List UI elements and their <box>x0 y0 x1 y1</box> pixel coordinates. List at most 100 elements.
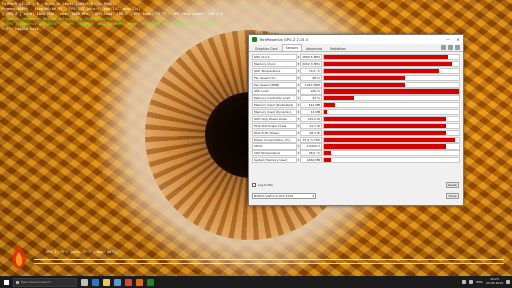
sensor-graph <box>323 88 460 95</box>
sensor-row: VDDC ▾ 1.0500 V <box>252 143 460 150</box>
sensor-name[interactable]: Memory Used (Dedicated) <box>252 102 297 109</box>
sensor-value: 48.0 °C <box>300 150 322 157</box>
sensor-graph-fill <box>324 123 446 128</box>
temperature-graph <box>34 256 504 264</box>
close-button[interactable]: Close <box>446 193 459 199</box>
sensor-row: GPU Clock ▾ 1860.5 MHz <box>252 54 460 61</box>
refresh-icon[interactable] <box>448 45 453 50</box>
sensor-graph <box>323 67 460 74</box>
sensor-graph-fill <box>324 158 331 163</box>
sensor-row: Fan Speed (%) ▾ 58 % <box>252 74 460 81</box>
gpuz-icon[interactable] <box>147 278 154 286</box>
sensor-name[interactable]: Fan Speed (%) <box>252 74 297 81</box>
sensor-graph <box>323 60 460 68</box>
sensor-graph <box>323 74 460 81</box>
sensor-value: 1912 RPM <box>300 81 322 88</box>
sensor-graph <box>323 122 460 129</box>
sensor-graph-fill <box>324 130 446 135</box>
sensor-name[interactable]: CPU Temperature <box>252 150 297 157</box>
sensor-list: GPU Clock ▾ 1860.5 MHz Memory Clock ▾ 2002.3 … <box>252 54 460 164</box>
sensor-name[interactable]: PCIe 8-Pin Power <box>252 129 297 136</box>
sensor-value: 541 MB <box>300 102 322 109</box>
furmark-icon[interactable] <box>136 278 143 286</box>
sensor-value: 79.0 °C <box>300 67 322 74</box>
sensor-graph-fill <box>324 151 331 156</box>
clock[interactable]: 12:23 03.05.2019 <box>486 278 503 285</box>
sensor-row: Memory Controller Load ▾ 22 % <box>252 95 460 102</box>
sensor-graph-fill <box>324 137 455 142</box>
sensor-name[interactable]: PCIe Slot Power Draw <box>252 122 297 129</box>
tab-graphics-card[interactable]: Graphics Card <box>251 45 282 51</box>
sensor-graph <box>323 129 460 136</box>
sensor-value: 22 % <box>300 95 322 102</box>
sensor-value: 98.3 W <box>300 129 322 136</box>
volume-icon[interactable] <box>469 280 474 284</box>
task-view-icon[interactable] <box>81 278 88 286</box>
sensor-row: Fan Speed (RPM) ▾ 1912 RPM <box>252 81 460 88</box>
sensor-graph <box>323 102 460 109</box>
start-button[interactable] <box>0 276 12 288</box>
log-to-file-label: Log to file <box>258 183 273 187</box>
gpuz-tabbar: Graphics Card Sensors Advanced Validatio… <box>249 44 463 52</box>
gpuz-titlebar[interactable]: TechPowerUp GPU-Z 2.15.0 — ✕ <box>249 35 463 44</box>
sensor-value: 2002.3 MHz <box>300 60 322 68</box>
sensor-row: Power Consumption (%) ▾ 97.6 % TDP <box>252 136 460 143</box>
search-placeholder: Type here to search <box>21 280 51 284</box>
furmark-osd: FurMark v1.25.1.0 - Burn-in test, 1280x7… <box>2 2 223 32</box>
sensor-value: 4462 MB <box>300 157 322 164</box>
store-icon[interactable] <box>114 278 121 286</box>
sensor-name[interactable]: Memory Used (Dynamic) <box>252 109 297 116</box>
sensor-name[interactable]: GPU Chip Power Draw <box>252 115 297 123</box>
chrome-icon[interactable] <box>125 278 132 286</box>
tab-advanced[interactable]: Advanced <box>302 45 326 51</box>
sensor-name[interactable]: Memory Controller Load <box>252 95 297 102</box>
sensor-row: GPU Chip Power Draw ▾ 125.0 W <box>252 115 460 123</box>
language-indicator[interactable]: ENG <box>476 280 482 284</box>
reset-button[interactable]: Reset <box>446 182 459 188</box>
file-explorer-icon[interactable] <box>103 278 110 286</box>
tab-validation[interactable]: Validation <box>326 45 350 51</box>
log-to-file-option[interactable]: Log to file <box>252 183 273 187</box>
sensor-row: Memory Clock ▾ 2002.3 MHz <box>252 60 460 68</box>
sensor-name[interactable]: System Memory Used <box>252 157 297 164</box>
network-icon[interactable] <box>462 280 467 284</box>
close-window-button[interactable]: ✕ <box>453 35 463 44</box>
device-select-value: NVIDIA GeForce GTX 1070 <box>254 194 294 198</box>
sensor-row: CPU Temperature ▾ 48.0 °C <box>252 150 460 157</box>
sensor-graph-fill <box>324 61 453 67</box>
log-to-file-checkbox[interactable] <box>252 183 256 187</box>
sensor-graph <box>323 109 460 116</box>
sensor-name[interactable]: Memory Clock <box>252 60 297 68</box>
sensor-name[interactable]: GPU Clock <box>252 54 297 61</box>
sensor-graph <box>323 157 460 164</box>
gpuz-window: TechPowerUp GPU-Z 2.15.0 — ✕ Graphics Ca… <box>248 34 464 206</box>
sensor-name[interactable]: GPU Load <box>252 88 297 95</box>
tab-sensors[interactable]: Sensors <box>281 44 303 51</box>
device-select[interactable]: NVIDIA GeForce GTX 1070 ▾ <box>252 193 316 199</box>
sensor-graph-fill <box>324 103 335 108</box>
sensor-graph <box>323 136 460 143</box>
sensor-name[interactable]: Power Consumption (%) <box>252 136 297 143</box>
minimize-button[interactable]: — <box>443 35 453 44</box>
sensor-name[interactable]: GPU Temperature <box>252 67 297 74</box>
osd-temp-label: GPU 1: 79°C (min: 37°C - max: 80°C) <box>46 250 118 254</box>
clock-date: 03.05.2019 <box>485 281 503 285</box>
edge-icon[interactable] <box>92 278 99 286</box>
osd-line-5: > F1: toggle help <box>2 27 39 31</box>
sensor-name[interactable]: Fan Speed (RPM) <box>252 81 297 88</box>
taskbar-search[interactable]: Type here to search <box>13 277 77 287</box>
gpuz-toolbar <box>441 45 460 50</box>
sensor-graph <box>323 81 460 88</box>
menu-icon[interactable] <box>455 45 460 50</box>
temperature-line <box>34 259 504 260</box>
sensor-graph-fill <box>324 96 354 101</box>
sensor-value: 125.0 W <box>300 115 322 123</box>
system-tray: ENG 12:23 03.05.2019 <box>462 276 510 288</box>
sensor-row: GPU Load ▾ 100 % <box>252 88 460 95</box>
sensor-name[interactable]: VDDC <box>252 143 297 150</box>
sensor-row: Memory Used (Dynamic) ▾ 14 MB <box>252 109 460 116</box>
sensor-value: 14 MB <box>300 109 322 116</box>
camera-icon[interactable] <box>441 45 446 50</box>
notification-icon[interactable] <box>506 280 510 284</box>
sensor-graph <box>323 54 460 61</box>
